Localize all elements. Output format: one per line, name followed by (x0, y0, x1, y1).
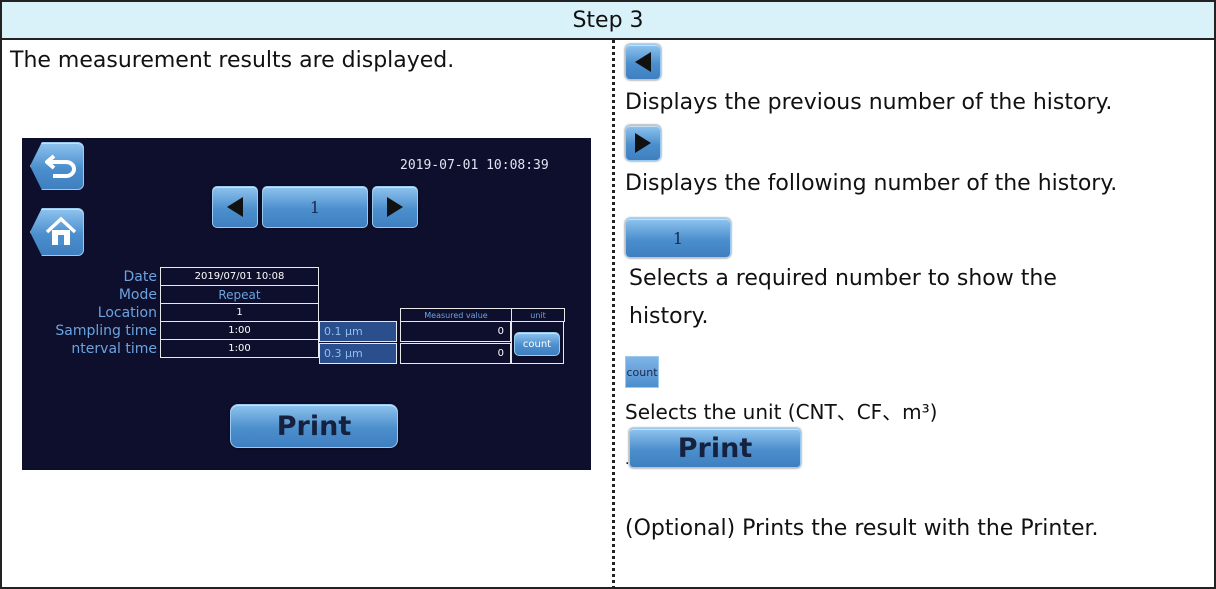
right-cell: Displays the previous number of the hist… (612, 40, 1214, 589)
next-button-sample (625, 125, 661, 161)
value-location: 1 (160, 303, 319, 322)
particle-size: 0.3 μm (319, 343, 397, 364)
measured-value: 0 (400, 343, 511, 364)
header-unit: unit (511, 308, 565, 322)
count-sample-label: count (626, 365, 658, 379)
info-labels: Date Mode Location Sampling time nterval… (42, 268, 157, 358)
value-date: 2019/07/01 10:08 (160, 267, 319, 286)
value-mode: Repeat (160, 285, 319, 304)
back-button[interactable] (30, 142, 84, 190)
triangle-left-icon (635, 52, 651, 72)
label-location: Location (97, 305, 157, 321)
measured-value-column: 0 0 (400, 321, 511, 365)
measured-value: 0 (400, 321, 511, 342)
next-history-button[interactable] (372, 186, 418, 228)
history-number-button[interactable]: 1 (262, 186, 368, 228)
intro-text: The measurement results are displayed. (10, 48, 455, 73)
prev-button-sample (625, 44, 661, 80)
back-arrow-icon (45, 154, 76, 178)
print-button-sample: Print (629, 428, 801, 468)
prev-icon-sample (625, 44, 661, 80)
count-button-sample: count (625, 356, 659, 388)
prev-history-button[interactable] (212, 186, 258, 228)
header-measured-value: Measured value (400, 308, 512, 322)
triangle-left-icon (227, 197, 243, 217)
next-icon-sample (625, 125, 661, 161)
triangle-right-icon (635, 133, 651, 153)
step-header: Step 3 (2, 2, 1214, 40)
dot-mark: . (625, 452, 630, 468)
next-description: Displays the following number of the his… (625, 171, 1118, 196)
print-icon-sample: Print (629, 428, 801, 468)
step-title: Step 3 (572, 7, 644, 33)
device-screen: 2019-07-01 10:08:39 1 Date Mode Location… (22, 138, 591, 470)
prev-description: Displays the previous number of the hist… (625, 90, 1113, 115)
count-icon-sample: count (625, 356, 659, 388)
print-sample-label: Print (677, 432, 753, 464)
history-number: 1 (309, 197, 321, 217)
particle-size-column: 0.1 μm 0.3 μm (319, 321, 397, 365)
info-table: 2019/07/01 10:08 Repeat 1 1:00 1:00 (160, 267, 319, 358)
number-icon-sample: 1 (625, 218, 731, 258)
unit-description: Selects the unit (CNT、CF、m³) (625, 400, 938, 424)
left-cell: The measurement results are displayed. 2… (2, 40, 612, 589)
particle-size: 0.1 μm (319, 321, 397, 342)
print-description: (Optional) Prints the result with the Pr… (625, 516, 1099, 541)
label-interval-time: nterval time (71, 341, 157, 357)
number-sample-label: 1 (672, 228, 684, 248)
number-description-line2: history. (629, 304, 709, 329)
print-label: Print (276, 410, 352, 442)
unit-count-button[interactable]: count (514, 332, 560, 356)
print-button[interactable]: Print (230, 404, 398, 448)
home-icon (45, 216, 77, 245)
value-interval-time: 1:00 (160, 339, 319, 358)
home-button[interactable] (30, 208, 84, 256)
unit-count-label: count (522, 338, 552, 350)
step-table: Step 3 The measurement results are displ… (0, 0, 1216, 589)
screen-datetime: 2019-07-01 10:08:39 (400, 158, 549, 173)
number-description-line1: Selects a required number to show the (629, 266, 1057, 291)
value-sampling-time: 1:00 (160, 321, 319, 340)
triangle-right-icon (387, 197, 403, 217)
label-date: Date (123, 269, 157, 285)
number-button-sample: 1 (625, 218, 731, 258)
label-sampling-time: Sampling time (55, 323, 157, 339)
measurement-header: Measured value unit (400, 308, 565, 322)
label-mode: Mode (118, 287, 157, 303)
